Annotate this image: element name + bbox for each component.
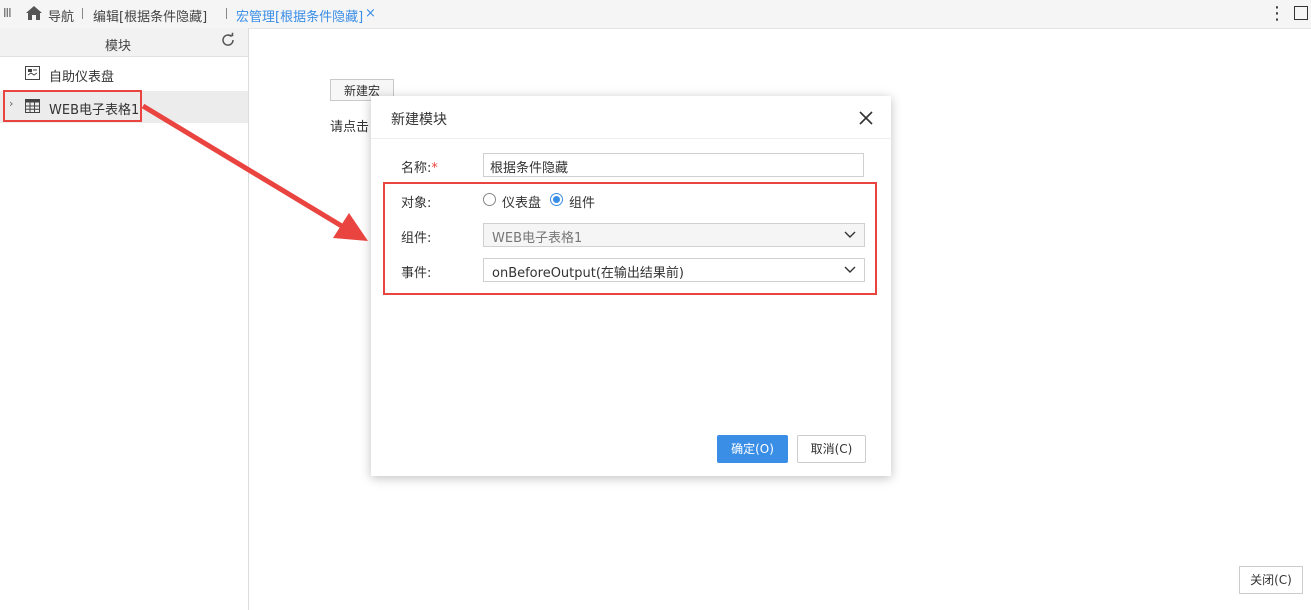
- close-icon[interactable]: [858, 110, 874, 126]
- close-button[interactable]: 关闭(C): [1239, 566, 1303, 594]
- name-label-text: 名称:: [401, 161, 432, 176]
- name-label: 名称:*: [401, 157, 438, 176]
- dialog-title: 新建模块: [391, 112, 447, 128]
- new-module-dialog: 新建模块 名称:* 根据条件隐藏 对象: 仪表盘 组件 组件: WEB电子表格1…: [371, 96, 891, 476]
- module-panel-header: 模块: [0, 28, 248, 57]
- dialog-header: 新建模块: [371, 96, 891, 139]
- name-input[interactable]: 根据条件隐藏: [483, 153, 864, 177]
- tab-separator: [82, 8, 83, 19]
- highlight-box-dialog-fields: [383, 182, 877, 295]
- dashboard-icon: [25, 66, 40, 80]
- required-mark: *: [431, 161, 438, 176]
- home-icon[interactable]: [25, 5, 43, 21]
- cancel-button[interactable]: 取消(C): [797, 435, 866, 463]
- tree-item-label: 自助仪表盘: [49, 70, 115, 85]
- close-tab-icon[interactable]: ×: [365, 6, 376, 21]
- tree-item-dashboard[interactable]: 自助仪表盘: [0, 58, 248, 90]
- hint-text: 请点击: [330, 120, 370, 135]
- top-tab-bar: III 导航 编辑[根据条件隐藏] 宏管理[根据条件隐藏] × ⋮: [0, 0, 1311, 29]
- tab-separator: [226, 8, 227, 19]
- ok-button[interactable]: 确定(O): [717, 435, 788, 463]
- highlight-box-tree-item: [3, 90, 142, 122]
- more-icon[interactable]: ⋮: [1268, 3, 1286, 24]
- module-panel-title: 模块: [104, 39, 131, 54]
- tab-macro-management[interactable]: 宏管理[根据条件隐藏]: [236, 6, 363, 25]
- menu-icon[interactable]: III: [3, 6, 12, 20]
- tab-navigation[interactable]: 导航: [48, 6, 74, 25]
- maximize-icon[interactable]: [1294, 6, 1308, 20]
- tab-edit[interactable]: 编辑[根据条件隐藏]: [93, 6, 207, 25]
- refresh-icon[interactable]: [220, 32, 236, 48]
